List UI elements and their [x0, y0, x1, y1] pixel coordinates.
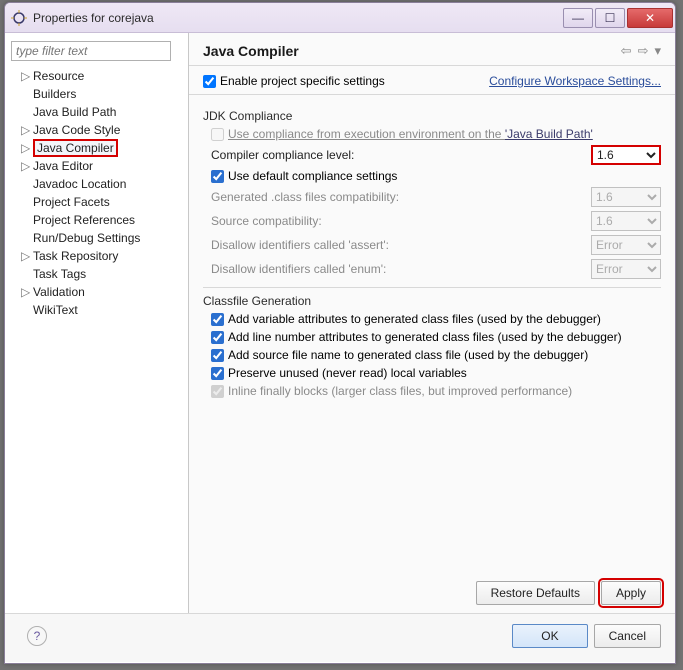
close-button[interactable]: ✕	[627, 8, 673, 28]
enum-select: Error	[591, 259, 661, 279]
sidebar-item-java-build-path[interactable]: Java Build Path	[11, 103, 182, 121]
sidebar-item-label: Java Compiler	[33, 139, 118, 157]
window-title: Properties for corejava	[33, 11, 561, 25]
eclipse-icon	[11, 10, 27, 26]
line-num-row[interactable]: Add line number attributes to generated …	[211, 330, 661, 344]
compliance-level-select[interactable]: 1.6	[591, 145, 661, 165]
configure-workspace-link[interactable]: Configure Workspace Settings...	[489, 74, 661, 88]
filter-input[interactable]	[11, 41, 171, 61]
compliance-level-label: Compiler compliance level:	[211, 148, 591, 162]
gen-class-select: 1.6	[591, 187, 661, 207]
sidebar-item-label: Project References	[33, 213, 135, 227]
dropdown-icon[interactable]: ▾	[654, 43, 661, 59]
sidebar-item-label: Project Facets	[33, 195, 110, 209]
gen-class-label: Generated .class files compatibility:	[211, 190, 591, 204]
enable-project-specific[interactable]: Enable project specific settings	[203, 74, 489, 88]
sidebar-item-label: Builders	[33, 87, 76, 101]
maximize-button[interactable]: ☐	[595, 8, 625, 28]
sidebar-item-java-compiler[interactable]: ▷Java Compiler	[11, 139, 182, 157]
tree-twisty-icon[interactable]: ▷	[21, 69, 31, 83]
sidebar-item-validation[interactable]: ▷Validation	[11, 283, 182, 301]
sidebar-item-project-references[interactable]: Project References	[11, 211, 182, 229]
src-name-row[interactable]: Add source file name to generated class …	[211, 348, 661, 362]
use-exec-env-checkbox	[211, 128, 224, 141]
sidebar-item-java-editor[interactable]: ▷Java Editor	[11, 157, 182, 175]
sidebar-item-label: Java Editor	[33, 159, 93, 173]
restore-defaults-button[interactable]: Restore Defaults	[476, 581, 595, 605]
tree-twisty-icon[interactable]: ▷	[21, 159, 31, 173]
src-compat-label: Source compatibility:	[211, 214, 591, 228]
jdk-compliance-title: JDK Compliance	[203, 109, 661, 123]
inline-row: Inline finally blocks (larger class file…	[211, 384, 661, 398]
enum-label: Disallow identifiers called 'enum':	[211, 262, 591, 276]
sidebar-item-label: Task Tags	[33, 267, 86, 281]
main-panel: Java Compiler ⇦ ⇨ ▾ Enable project speci…	[189, 33, 675, 613]
cancel-button[interactable]: Cancel	[594, 624, 661, 648]
tree-twisty-icon[interactable]: ▷	[21, 249, 31, 263]
sidebar-item-resource[interactable]: ▷Resource	[11, 67, 182, 85]
sidebar-item-builders[interactable]: Builders	[11, 85, 182, 103]
src-name-checkbox[interactable]	[211, 349, 224, 362]
use-default-compliance-checkbox[interactable]	[211, 170, 224, 183]
tree: ▷ResourceBuildersJava Build Path▷Java Co…	[11, 67, 182, 319]
inline-checkbox	[211, 385, 224, 398]
sidebar-item-label: Javadoc Location	[33, 177, 126, 191]
tree-twisty-icon[interactable]: ▷	[21, 123, 31, 137]
sidebar-item-run-debug-settings[interactable]: Run/Debug Settings	[11, 229, 182, 247]
sidebar-item-wikitext[interactable]: WikiText	[11, 301, 182, 319]
assert-select: Error	[591, 235, 661, 255]
sidebar-item-java-code-style[interactable]: ▷Java Code Style	[11, 121, 182, 139]
help-icon[interactable]: ?	[27, 626, 47, 646]
sidebar-item-javadoc-location[interactable]: Javadoc Location	[11, 175, 182, 193]
back-icon[interactable]: ⇦	[621, 43, 632, 59]
sidebar-item-label: Task Repository	[33, 249, 118, 263]
apply-button[interactable]: Apply	[601, 581, 661, 605]
sidebar-item-task-repository[interactable]: ▷Task Repository	[11, 247, 182, 265]
sidebar-item-task-tags[interactable]: Task Tags	[11, 265, 182, 283]
forward-icon[interactable]: ⇨	[638, 43, 649, 59]
var-attr-checkbox[interactable]	[211, 313, 224, 326]
sidebar-item-project-facets[interactable]: Project Facets	[11, 193, 182, 211]
use-exec-env-row: Use compliance from execution environmen…	[211, 127, 661, 141]
sidebar-item-label: WikiText	[33, 303, 78, 317]
src-compat-select: 1.6	[591, 211, 661, 231]
sidebar-item-label: Validation	[33, 285, 85, 299]
tree-twisty-icon[interactable]: ▷	[21, 285, 31, 299]
line-num-checkbox[interactable]	[211, 331, 224, 344]
page-title: Java Compiler	[203, 43, 621, 59]
sidebar-item-label: Java Code Style	[33, 123, 120, 137]
properties-dialog: Properties for corejava — ☐ ✕ ▷ResourceB…	[4, 2, 676, 664]
preserve-checkbox[interactable]	[211, 367, 224, 380]
minimize-button[interactable]: —	[563, 8, 593, 28]
assert-label: Disallow identifiers called 'assert':	[211, 238, 591, 252]
tree-twisty-icon[interactable]: ▷	[21, 141, 31, 155]
classfile-title: Classfile Generation	[203, 294, 661, 308]
use-default-compliance[interactable]: Use default compliance settings	[211, 169, 661, 183]
ok-button[interactable]: OK	[512, 624, 587, 648]
sidebar-item-label: Java Build Path	[33, 105, 116, 119]
sidebar-item-label: Resource	[33, 69, 84, 83]
sidebar: ▷ResourceBuildersJava Build Path▷Java Co…	[5, 33, 189, 613]
titlebar[interactable]: Properties for corejava — ☐ ✕	[5, 3, 675, 33]
var-attr-row[interactable]: Add variable attributes to generated cla…	[211, 312, 661, 326]
enable-project-specific-checkbox[interactable]	[203, 75, 216, 88]
sidebar-item-label: Run/Debug Settings	[33, 231, 140, 245]
preserve-row[interactable]: Preserve unused (never read) local varia…	[211, 366, 661, 380]
